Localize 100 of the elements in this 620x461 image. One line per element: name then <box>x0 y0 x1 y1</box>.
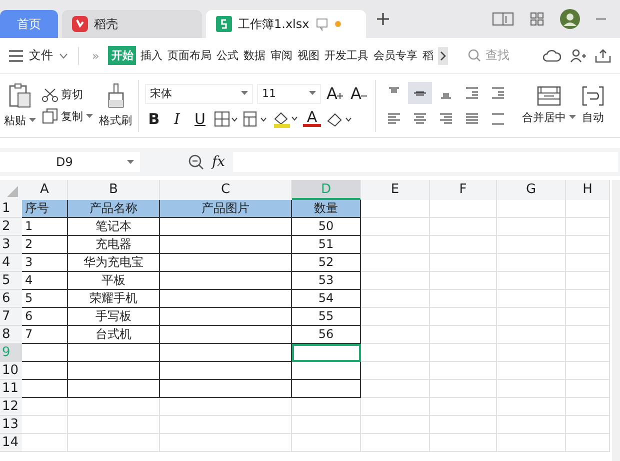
row-header[interactable]: 2 <box>0 218 22 236</box>
table-cell[interactable]: 充电器 <box>68 236 160 254</box>
table-cell[interactable]: 笔记本 <box>68 218 160 236</box>
empty-cell[interactable] <box>160 290 292 308</box>
ribbon-tab[interactable]: 公式 <box>215 46 240 65</box>
empty-cell[interactable] <box>292 362 361 380</box>
caret-icon[interactable] <box>309 91 316 96</box>
caret-icon[interactable] <box>29 118 36 123</box>
empty-cell[interactable] <box>68 380 160 398</box>
caret-icon[interactable] <box>569 115 576 120</box>
row-header[interactable]: 11 <box>0 380 22 398</box>
row-header[interactable]: 3 <box>0 236 22 254</box>
empty-cell[interactable] <box>292 380 361 398</box>
row-header[interactable]: 8 <box>0 326 22 344</box>
ribbon-tab[interactable]: 视图 <box>296 46 320 65</box>
layout-icon[interactable] <box>492 12 514 26</box>
empty-cell[interactable] <box>160 218 292 236</box>
paste-button[interactable]: 粘贴 <box>4 83 36 128</box>
browser-tab[interactable]: 工作簿1.xlsx <box>206 10 366 38</box>
ribbon-tab[interactable]: 会员专享 <box>372 46 418 65</box>
increase-font-button[interactable]: A <box>325 84 345 103</box>
row-header[interactable]: 12 <box>0 398 22 416</box>
table-cell[interactable]: 7 <box>22 326 68 344</box>
row-header[interactable]: 4 <box>0 254 22 272</box>
column-header[interactable]: F <box>430 180 497 200</box>
underline-button[interactable]: U <box>191 110 209 128</box>
table-cell[interactable]: 手写板 <box>68 308 160 326</box>
table-cell[interactable]: 55 <box>292 308 361 326</box>
menu-icon[interactable] <box>9 50 23 62</box>
table-cell[interactable]: 华为充电宝 <box>68 254 160 272</box>
format-painter-button[interactable]: 格式刷 <box>99 83 132 128</box>
cut-button[interactable]: 剪切 <box>42 87 83 102</box>
table-cell[interactable]: 56 <box>292 326 361 344</box>
empty-cell[interactable] <box>160 236 292 254</box>
table-cell[interactable]: 52 <box>292 254 361 272</box>
empty-cell[interactable] <box>68 344 160 362</box>
align-icon[interactable] <box>408 82 432 104</box>
caret-icon[interactable] <box>241 91 248 96</box>
font-color-button[interactable]: A <box>303 110 321 127</box>
column-header[interactable]: H <box>566 180 610 200</box>
add-user-icon[interactable] <box>570 48 586 62</box>
empty-cell[interactable] <box>160 344 292 362</box>
column-title[interactable]: 产品图片 <box>160 200 292 218</box>
italic-button[interactable]: I <box>168 110 186 128</box>
table-cell[interactable]: 平板 <box>68 272 160 290</box>
caret-icon[interactable] <box>127 160 134 164</box>
merge-center-button[interactable]: 合并居中 <box>522 86 576 125</box>
borders-icon[interactable] <box>214 110 238 126</box>
browser-tab[interactable]: 稻壳 <box>62 10 202 38</box>
row-header[interactable]: 13 <box>0 416 22 434</box>
eraser-icon[interactable] <box>326 110 352 126</box>
table-cell[interactable]: 53 <box>292 272 361 290</box>
ribbon-tab[interactable]: 审阅 <box>269 46 294 65</box>
ribbon-tab[interactable]: 稻 <box>421 46 434 65</box>
column-header[interactable]: G <box>497 180 566 200</box>
empty-cell[interactable] <box>160 308 292 326</box>
new-tab-icon[interactable] <box>376 12 390 26</box>
cell-cursor[interactable] <box>292 344 361 362</box>
font-dropdown[interactable]: 宋体 <box>145 84 253 104</box>
empty-cell[interactable] <box>68 362 160 380</box>
ribbon-tab[interactable]: 开发工具 <box>323 46 370 65</box>
row-header[interactable]: 5 <box>0 272 22 290</box>
share-icon[interactable] <box>595 48 611 62</box>
row-header[interactable]: 7 <box>0 308 22 326</box>
row-header[interactable]: 1 <box>0 200 22 218</box>
table-cell[interactable]: 荣耀手机 <box>68 290 160 308</box>
table-cell[interactable]: 1 <box>22 218 68 236</box>
bold-button[interactable]: B <box>145 110 163 128</box>
table-cell[interactable]: 50 <box>292 218 361 236</box>
column-header[interactable]: C <box>160 180 292 200</box>
file-menu[interactable]: 文件 <box>29 47 53 64</box>
empty-cell[interactable] <box>160 380 292 398</box>
ribbon-tab[interactable]: 页面布局 <box>166 46 212 65</box>
empty-cell[interactable] <box>160 272 292 290</box>
table-cell[interactable]: 台式机 <box>68 326 160 344</box>
column-title[interactable]: 数量 <box>292 200 361 218</box>
avatar-icon[interactable] <box>560 9 580 29</box>
cloud-icon[interactable] <box>543 48 561 62</box>
column-title[interactable]: 序号 <box>22 200 68 218</box>
table-cell[interactable]: 54 <box>292 290 361 308</box>
chevron-down-icon[interactable] <box>59 52 68 58</box>
apps-grid-icon[interactable] <box>530 12 544 26</box>
decrease-font-button[interactable]: A <box>349 84 369 103</box>
column-header[interactable]: B <box>68 180 160 200</box>
table-cell[interactable]: 6 <box>22 308 68 326</box>
font-size-dropdown[interactable]: 11 <box>257 84 321 104</box>
cell-style-icon[interactable] <box>243 110 267 126</box>
row-header[interactable]: 14 <box>0 434 22 452</box>
column-header[interactable]: A <box>22 180 68 200</box>
table-cell[interactable]: 5 <box>22 290 68 308</box>
select-all-icon[interactable] <box>0 180 22 200</box>
column-header[interactable]: E <box>361 180 430 200</box>
empty-cell[interactable] <box>160 254 292 272</box>
row-header[interactable]: 10 <box>0 362 22 380</box>
table-cell[interactable]: 4 <box>22 272 68 290</box>
table-cell[interactable]: 2 <box>22 236 68 254</box>
ribbon-tab[interactable]: 数据 <box>242 46 266 65</box>
chevron-right-icon[interactable] <box>438 46 448 64</box>
empty-cell[interactable] <box>160 326 292 344</box>
fill-color-icon[interactable] <box>272 110 298 128</box>
